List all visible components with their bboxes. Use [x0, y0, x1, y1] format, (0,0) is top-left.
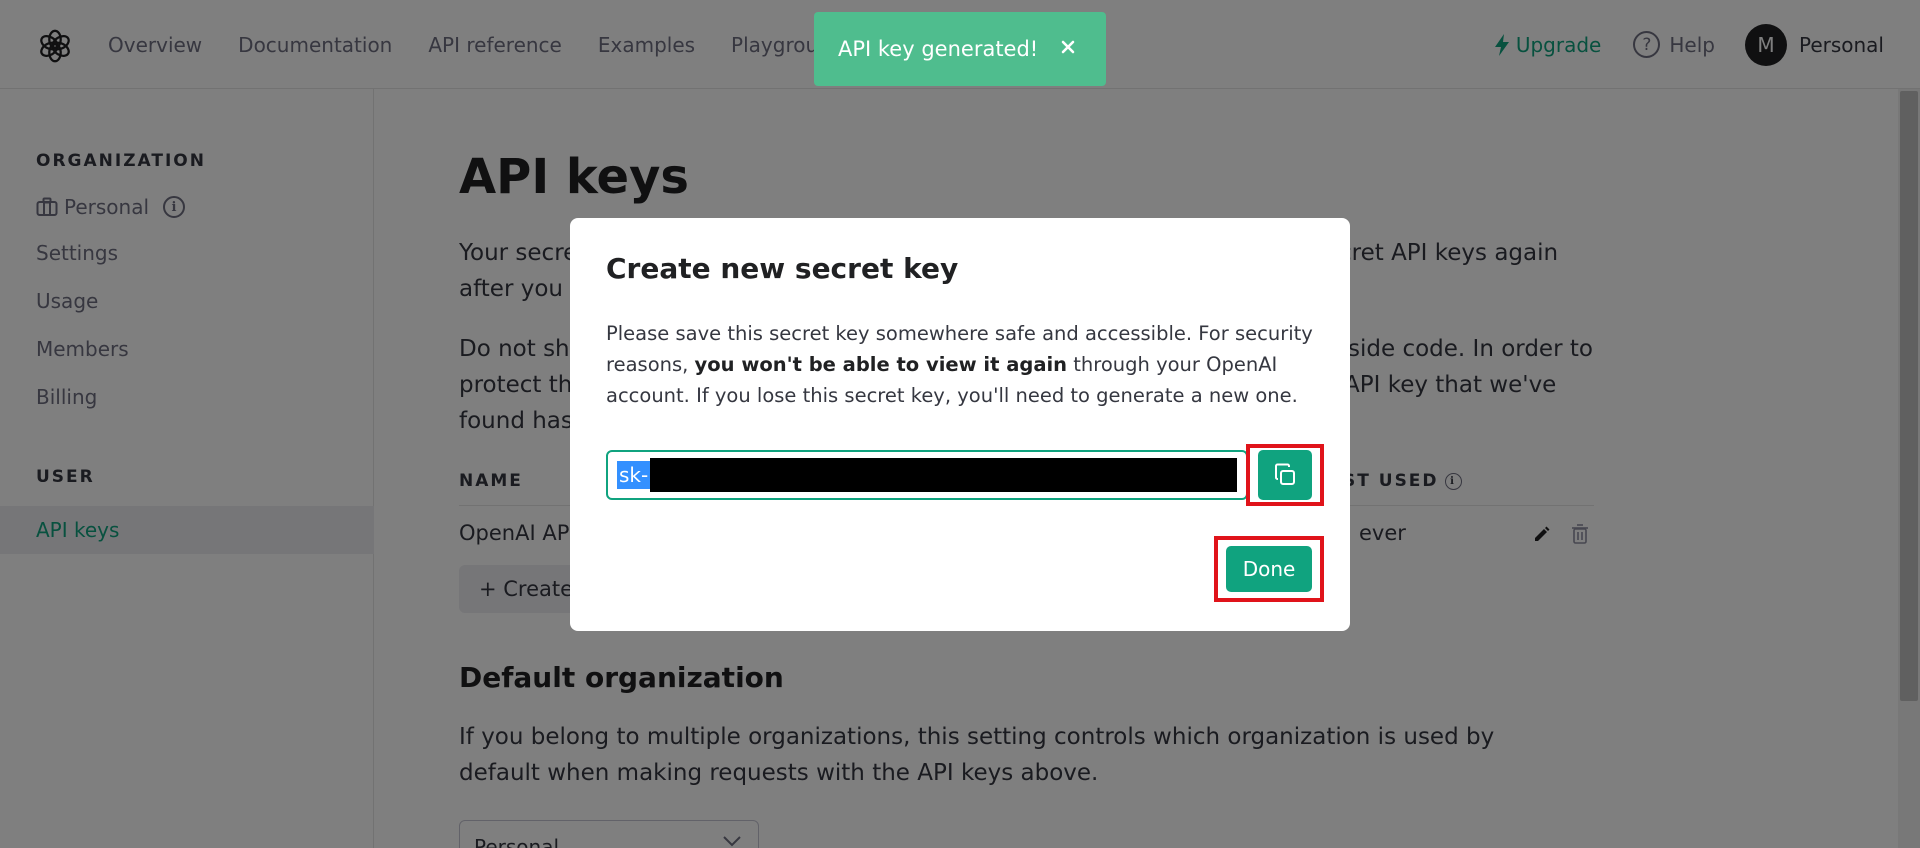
dialog-title: Create new secret key [606, 252, 959, 285]
secret-key-field[interactable]: sk- [606, 450, 1248, 500]
success-toast: API key generated! [814, 12, 1106, 86]
copy-icon [1275, 463, 1295, 485]
dialog-body: Please save this secret key somewhere sa… [606, 318, 1316, 411]
secret-key-redacted [650, 458, 1237, 492]
create-key-dialog: Create new secret key Please save this s… [570, 218, 1350, 631]
dialog-body-bold: you won't be able to view it again [694, 353, 1068, 376]
done-button[interactable]: Done [1226, 546, 1312, 592]
secret-key-prefix: sk- [617, 461, 651, 489]
copy-button[interactable] [1258, 450, 1312, 500]
toast-message: API key generated! [838, 37, 1039, 61]
close-icon[interactable] [1056, 35, 1080, 59]
